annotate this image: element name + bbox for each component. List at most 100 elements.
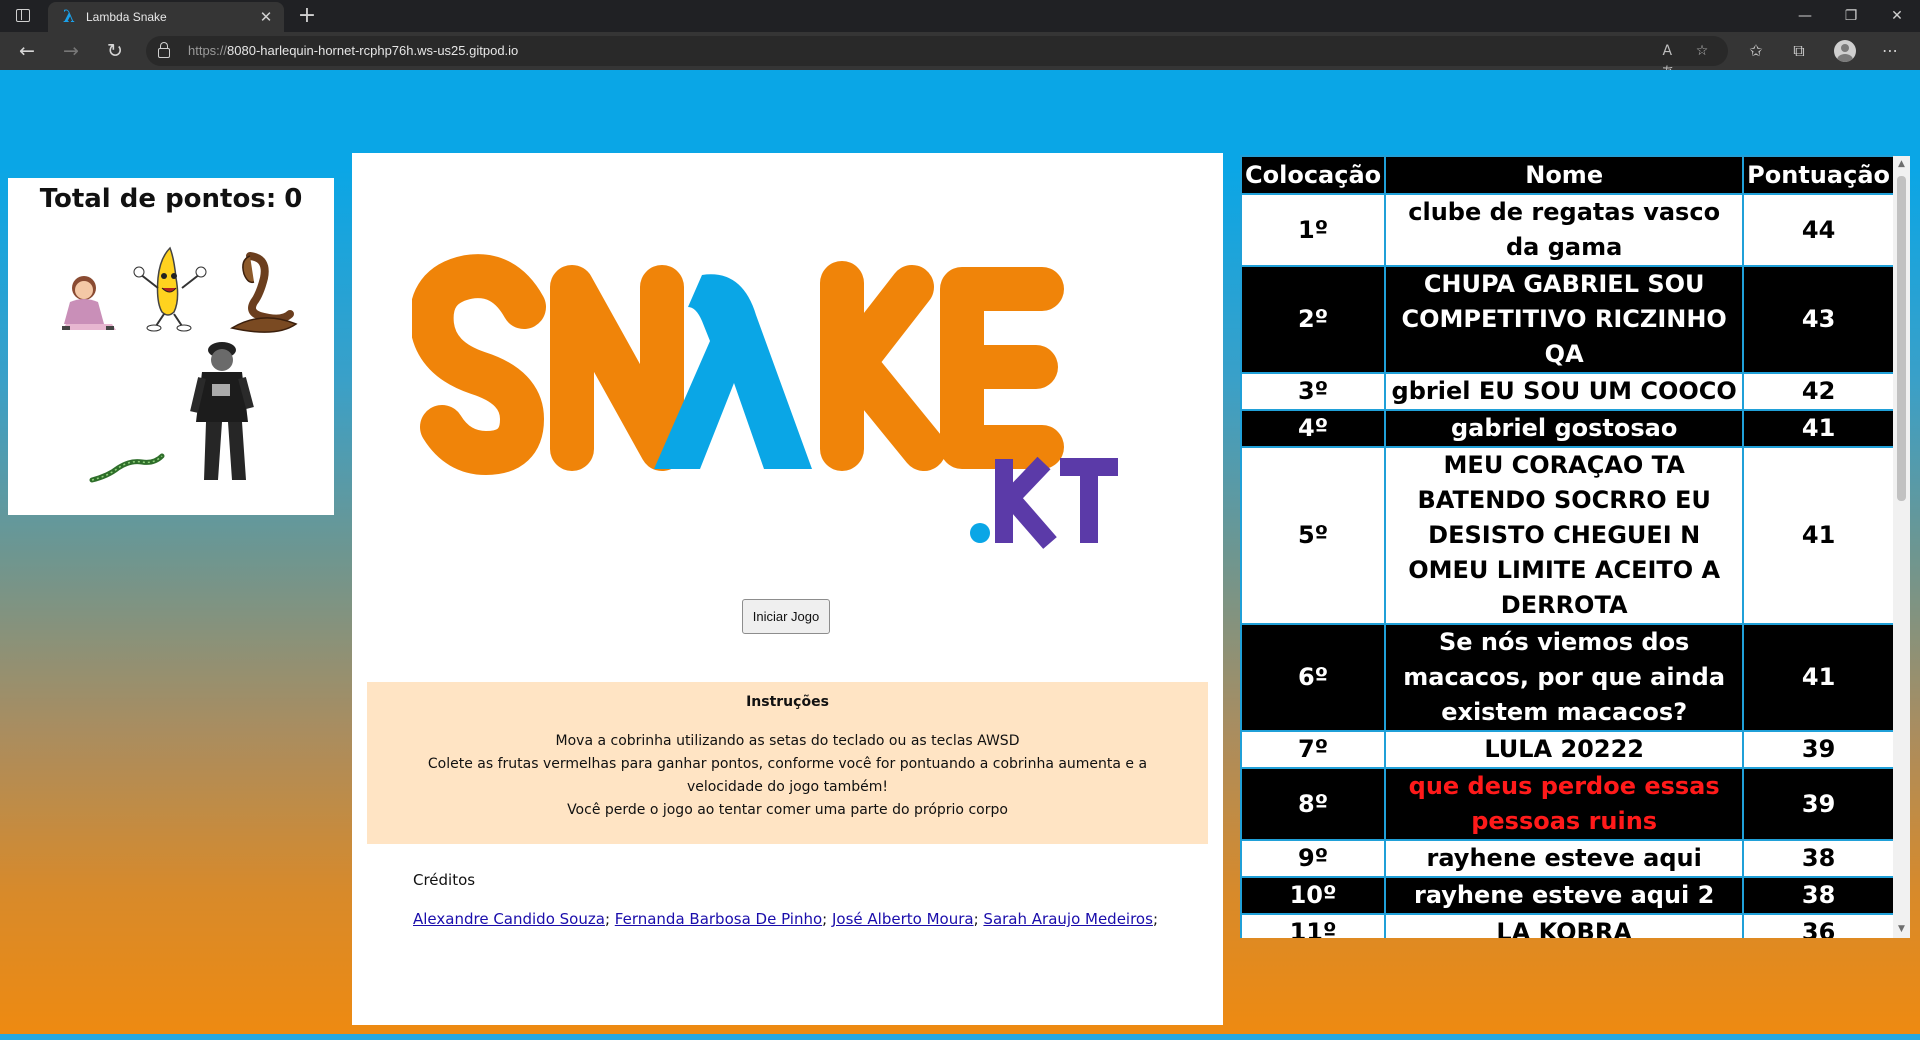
- lock-icon[interactable]: [158, 42, 170, 58]
- credit-separator: ;: [604, 910, 610, 928]
- collections-icon[interactable]: ⧉: [1785, 38, 1813, 64]
- browser-tab-strip: λ Lambda Snake ✕ + — ❐ ✕: [0, 0, 1920, 32]
- ranking-score: 42: [1742, 372, 1895, 411]
- ranking-score: 44: [1742, 193, 1895, 267]
- ranking-position: 2º: [1240, 265, 1387, 374]
- lambda-favicon-icon: λ: [63, 7, 75, 27]
- minimize-button[interactable]: —: [1782, 0, 1828, 32]
- credit-separator: ;: [822, 910, 828, 928]
- ranking-name: gabriel gostosao: [1384, 409, 1745, 448]
- ranking-position: 6º: [1240, 623, 1387, 732]
- back-arrow-icon[interactable]: ←: [12, 37, 42, 65]
- ranking-row: 3º gbriel EU SOU UM COOCO 42: [1240, 372, 1895, 411]
- browser-toolbar: ← → ↻ https://8080-harlequin-hornet-rcph…: [0, 32, 1920, 81]
- credit-author-link[interactable]: Fernanda Barbosa De Pinho: [615, 910, 822, 928]
- ranking-scrollbar[interactable]: ▲ ▼: [1893, 156, 1910, 938]
- logo-letter-e: [940, 267, 1064, 469]
- score-panel: Total de pontos: 0: [8, 178, 334, 515]
- ranking-name: LA KOBRA: [1384, 913, 1745, 938]
- reload-icon[interactable]: ↻: [100, 37, 130, 65]
- ranking-position: 5º: [1240, 446, 1387, 625]
- header-name: Nome: [1384, 155, 1745, 195]
- ranking-position: 8º: [1240, 767, 1387, 841]
- dancing-man-image: [190, 342, 254, 480]
- ranking-row: 4º gabriel gostosao 41: [1240, 409, 1895, 448]
- tab-close-icon[interactable]: ✕: [256, 7, 276, 27]
- more-options-icon[interactable]: ⋯: [1876, 38, 1904, 64]
- favorite-star-icon[interactable]: ☆: [1690, 40, 1714, 62]
- ranking-name: clube de regatas vasco da gama: [1384, 193, 1745, 267]
- ranking-name: Se nós viemos dos macacos, por que ainda…: [1384, 623, 1745, 732]
- instructions-title: Instruções: [746, 694, 829, 710]
- restore-button[interactable]: ❐: [1828, 0, 1874, 32]
- logo-letter-s: [412, 254, 546, 475]
- credits-links: Alexandre Candido Souza; Fernanda Barbos…: [413, 910, 1158, 928]
- tab-title: Lambda Snake: [86, 10, 167, 24]
- ranking-name: rayhene esteve aqui: [1384, 839, 1745, 878]
- dancing-banana-image: [133, 246, 207, 332]
- ranking-name: LULA 20222: [1384, 730, 1745, 769]
- ranking-score: 38: [1742, 876, 1895, 915]
- ranking-score: 36: [1742, 913, 1895, 938]
- ranking-score: 38: [1742, 839, 1895, 878]
- favorites-icon[interactable]: ✩: [1742, 38, 1770, 64]
- game-card: Iniciar Jogo Instruções Mova a cobrinha …: [352, 153, 1223, 1025]
- ranking-header-row: Colocação Nome Pontuação: [1240, 155, 1895, 195]
- credit-author-link[interactable]: José Alberto Moura: [832, 910, 974, 928]
- ranking-row: 7º LULA 20222 39: [1240, 730, 1895, 769]
- credit-separator: ;: [973, 910, 979, 928]
- instructions-line: Você perde o jogo ao tentar comer uma pa…: [567, 802, 1008, 818]
- ranking-position: 7º: [1240, 730, 1387, 769]
- ranking-score: 41: [1742, 446, 1895, 625]
- instructions-body: Mova a cobrinha utilizando as setas do t…: [407, 730, 1168, 822]
- credit-author-link[interactable]: Sarah Araujo Medeiros: [983, 910, 1153, 928]
- tab-actions-icon[interactable]: [10, 6, 38, 26]
- girl-image: [62, 276, 116, 330]
- ranking-score: 43: [1742, 265, 1895, 374]
- window-close-button[interactable]: ✕: [1874, 0, 1920, 32]
- ranking-score: 41: [1742, 623, 1895, 732]
- header-position: Colocação: [1240, 155, 1387, 195]
- logo-letter-k-small: [995, 456, 1057, 549]
- cobra-image: [230, 252, 298, 333]
- scrollbar-thumb[interactable]: [1897, 176, 1906, 501]
- ranking-position: 1º: [1240, 193, 1387, 267]
- start-game-button[interactable]: Iniciar Jogo: [742, 599, 830, 634]
- ranking-row: 6º Se nós viemos dos macacos, por que ain…: [1240, 623, 1895, 732]
- scroll-down-arrow-icon[interactable]: ▼: [1893, 921, 1910, 938]
- score-panel-images: [62, 246, 298, 483]
- instructions-box: Instruções Mova a cobrinha utilizando as…: [367, 682, 1208, 844]
- ranking-row: 10º rayhene esteve aqui 2 38: [1240, 876, 1895, 915]
- ranking-score: 39: [1742, 767, 1895, 841]
- page-bottom-stripe: [0, 1034, 1920, 1040]
- logo-letter-n: [550, 265, 684, 471]
- instructions-line: Mova a cobrinha utilizando as setas do t…: [555, 733, 1020, 749]
- ranking-position: 4º: [1240, 409, 1387, 448]
- credit-author-link[interactable]: Alexandre Candido Souza: [413, 910, 605, 928]
- snake-kt-logo: [412, 254, 1118, 549]
- ranking-name: que deus perdoe essas pessoas ruins: [1384, 767, 1745, 841]
- page-background: Total de pontos: 0 Iniciar Jogo Instruçõ…: [0, 70, 1920, 1040]
- url-text[interactable]: https://8080-harlequin-hornet-rcphp76h.w…: [188, 43, 518, 58]
- ranking-row: 11º LA KOBRA 36: [1240, 913, 1895, 938]
- ranking-panel[interactable]: Colocação Nome Pontuação 1º clube de rega…: [1240, 153, 1910, 938]
- ranking-name: rayhene esteve aqui 2: [1384, 876, 1745, 915]
- credits-title: Créditos: [413, 871, 476, 889]
- logo-dot: [970, 523, 990, 543]
- scroll-up-arrow-icon[interactable]: ▲: [1893, 156, 1910, 173]
- profile-avatar[interactable]: [1834, 40, 1856, 62]
- ranking-score: 41: [1742, 409, 1895, 448]
- address-bar[interactable]: https://8080-harlequin-hornet-rcphp76h.w…: [146, 36, 1728, 81]
- browser-tab[interactable]: λ Lambda Snake ✕: [48, 2, 284, 32]
- credit-separator: ;: [1152, 910, 1158, 928]
- ranking-name: MEU CORAÇAO TA BATENDO SOCRRO EU DESISTO…: [1384, 446, 1745, 625]
- ranking-position: 10º: [1240, 876, 1387, 915]
- green-snake-image: [89, 453, 165, 483]
- ranking-score: 39: [1742, 730, 1895, 769]
- read-aloud-icon[interactable]: A あ: [1656, 40, 1680, 81]
- new-tab-button[interactable]: +: [294, 3, 320, 29]
- ranking-name: CHUPA GABRIEL SOU COMPETITIVO RICZINHO Q…: [1384, 265, 1745, 374]
- logo-letter-k: [820, 261, 946, 471]
- forward-arrow-icon[interactable]: →: [56, 37, 86, 65]
- ranking-row: 1º clube de regatas vasco da gama 44: [1240, 193, 1895, 267]
